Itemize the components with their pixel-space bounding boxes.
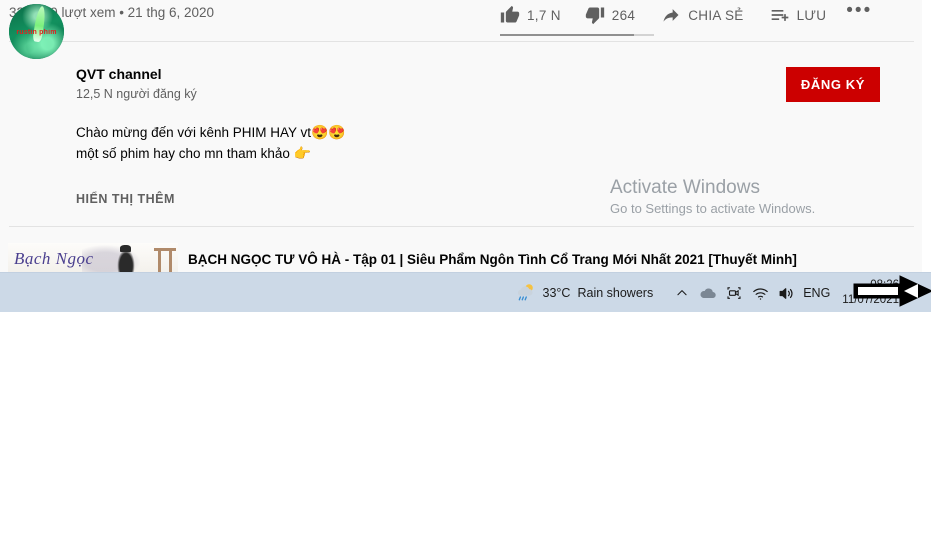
activate-windows-watermark: Activate Windows Go to Settings to activ…: [610, 175, 815, 218]
windows-taskbar: 33°C Rain showers ENG 08:26 11/07/2021: [0, 272, 931, 312]
language-indicator[interactable]: ENG: [803, 286, 830, 300]
volume-speaker-icon[interactable]: [773, 280, 799, 306]
weather-condition: Rain showers: [577, 286, 654, 300]
subscriber-count: 12,5 N người đăng ký: [76, 87, 197, 101]
description-line-2-text: một số phim hay cho mn tham khảo: [76, 146, 294, 161]
system-tray: 33°C Rain showers ENG 08:26 11/07/2021: [514, 273, 923, 313]
video-description: Chào mừng đến với kênh PHIM HAY vt😍😍 một…: [76, 122, 596, 164]
divider-above-video-list: [9, 226, 914, 227]
weather-temperature: 33°C: [542, 286, 571, 300]
more-horizontal-icon: •••: [846, 0, 873, 21]
description-line-1: Chào mừng đến với kênh PHIM HAY vt😍😍: [76, 122, 596, 143]
rain-showers-icon: [514, 281, 536, 306]
more-actions-button[interactable]: •••: [846, 0, 873, 28]
show-more-button[interactable]: HIỂN THỊ THÊM: [76, 192, 175, 206]
channel-avatar[interactable]: rustin phim: [9, 4, 64, 59]
taskbar-clock[interactable]: 08:26 11/07/2021: [842, 278, 899, 308]
like-ratio-fill: [500, 34, 634, 36]
channel-row: [0, 55, 922, 115]
watermark-title: Activate Windows: [610, 177, 760, 198]
wifi-icon[interactable]: [747, 280, 773, 306]
pointing-right-hand-emoji: 👉: [293, 145, 312, 161]
description-line-2: một số phim hay cho mn tham khảo 👉: [76, 143, 596, 164]
save-button[interactable]: LƯU: [770, 2, 827, 28]
watermark-subtitle: Go to Settings to activate Windows.: [610, 201, 816, 216]
clock-date: 11/07/2021: [842, 294, 899, 306]
like-button[interactable]: 1,7 N: [500, 2, 561, 28]
channel-name[interactable]: QVT channel: [76, 66, 162, 82]
description-line-1-text: Chào mừng đến với kênh PHIM HAY vt: [76, 125, 311, 140]
share-arrow-icon: [661, 5, 681, 25]
video-meta-row: 329.059 lượt xem • 21 thg 6, 2020 1,7 N …: [0, 0, 922, 41]
save-playlist-icon: [770, 5, 790, 25]
dislike-count: 264: [611, 7, 636, 23]
thumbnail-rack: [154, 245, 176, 275]
video-action-bar: 1,7 N 264 CHIA SẺ LƯU •••: [500, 0, 873, 28]
share-button[interactable]: CHIA SẺ: [661, 2, 743, 28]
save-label: LƯU: [796, 7, 827, 23]
smiling-face-hearts-emoji: 😍😍: [311, 124, 346, 140]
weather-widget[interactable]: 33°C Rain showers: [514, 281, 654, 306]
clock-time: 08:26: [870, 279, 899, 291]
like-dislike-ratio-bar: [500, 34, 654, 36]
related-video-title[interactable]: BẠCH NGỌC TƯ VÔ HÀ - Tập 01 | Siêu Phẩm …: [188, 252, 797, 267]
subscribe-button[interactable]: ĐĂNG KÝ: [786, 67, 880, 102]
youtube-watch-page: 329.059 lượt xem • 21 thg 6, 2020 1,7 N …: [0, 0, 922, 280]
show-hidden-icons-chevron-icon[interactable]: [669, 280, 695, 306]
share-label: CHIA SẺ: [688, 7, 744, 23]
onedrive-cloud-icon[interactable]: [695, 280, 721, 306]
thumbs-up-icon: [500, 5, 520, 25]
dislike-button[interactable]: 264: [585, 2, 635, 28]
like-count: 1,7 N: [527, 7, 561, 23]
thumbnail-figure: [116, 245, 136, 273]
thumbs-down-icon: [585, 5, 605, 25]
avatar-text: rustin phim: [16, 29, 57, 37]
camera-meet-icon[interactable]: [721, 280, 747, 306]
thumbnail-calligraphy-text: Bạch Ngọc: [14, 249, 94, 268]
divider-above-channel: [9, 41, 914, 42]
